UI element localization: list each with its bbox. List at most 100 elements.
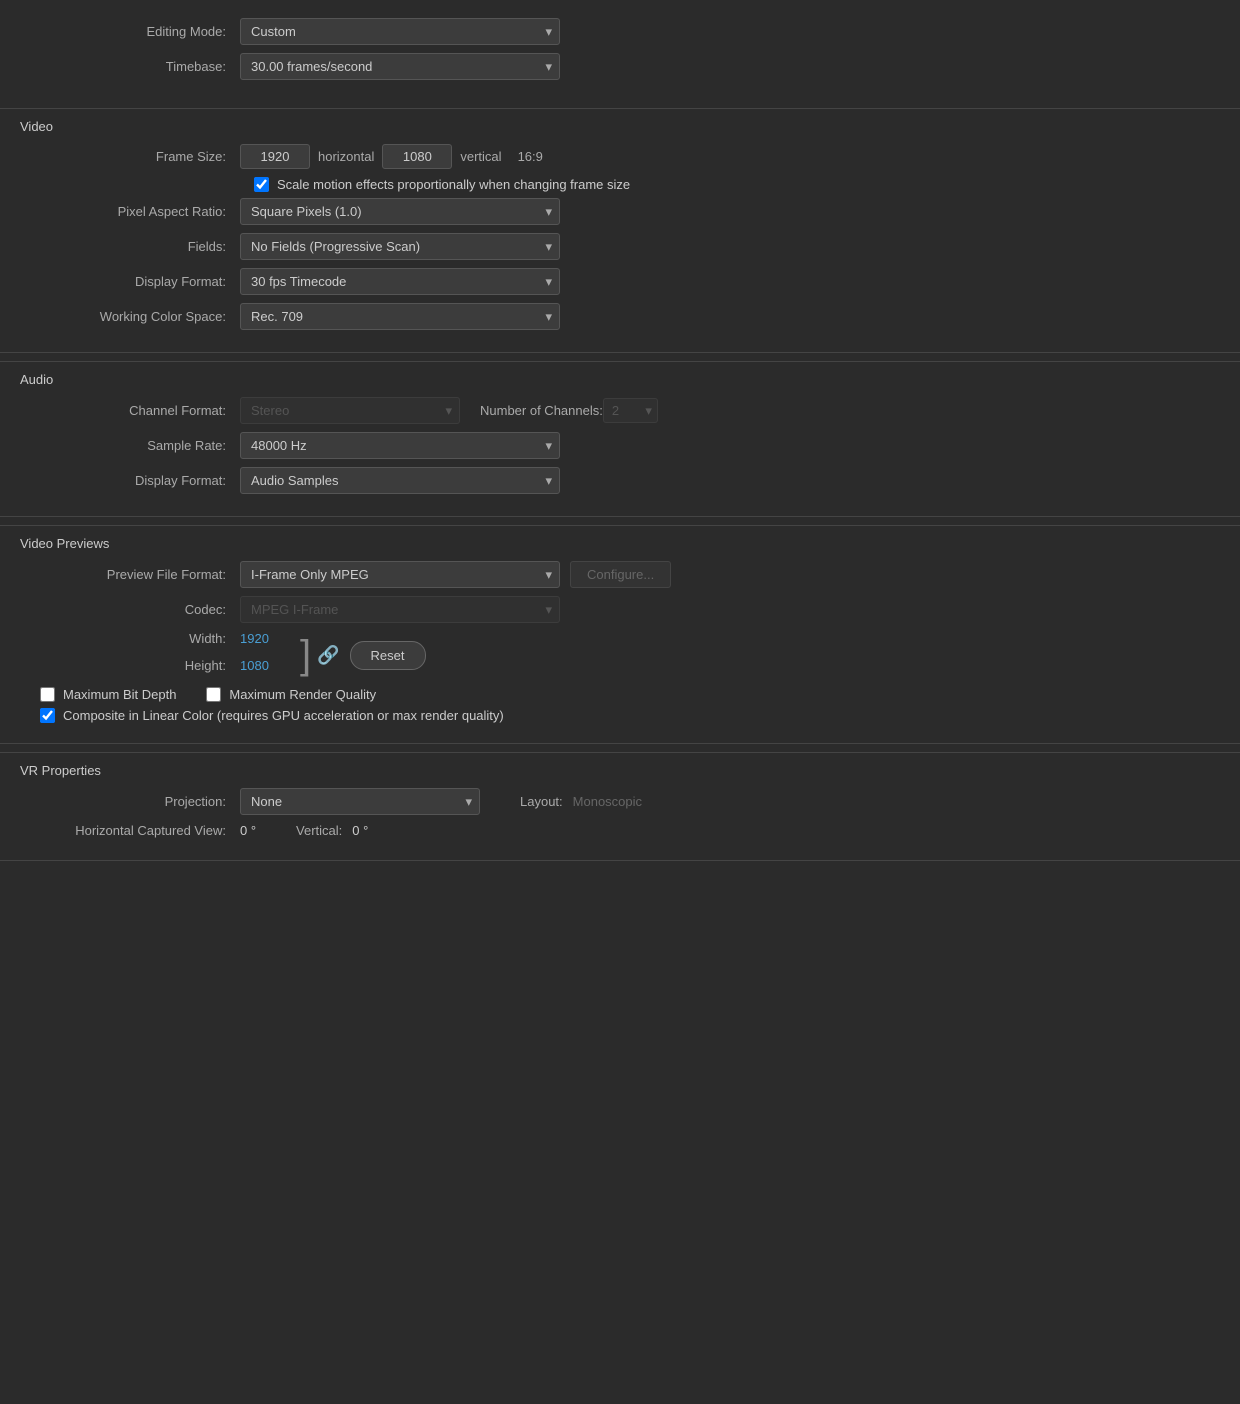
- scale-motion-label: Scale motion effects proportionally when…: [277, 177, 630, 192]
- scale-motion-checkbox[interactable]: [254, 177, 269, 192]
- channel-format-row: Channel Format: Stereo Number of Channel…: [20, 397, 1220, 424]
- layout-value: Monoscopic: [573, 794, 642, 809]
- composite-checkbox[interactable]: [40, 708, 55, 723]
- editing-mode-label: Editing Mode:: [20, 24, 240, 39]
- max-bit-depth-label: Maximum Bit Depth: [63, 687, 176, 702]
- width-height-row: Width: 1920 Height: 1080 ] 🔗 Reset: [20, 631, 1220, 677]
- vertical-text: vertical: [460, 149, 501, 164]
- chain-icon: 🔗: [317, 645, 339, 666]
- audio-section-title: Audio: [20, 372, 1220, 387]
- preview-width-value: 1920: [240, 631, 290, 646]
- timebase-select[interactable]: 30.00 frames/second: [240, 53, 560, 80]
- vertical-group: Vertical: 0 °: [296, 823, 368, 838]
- preview-height-label: Height:: [20, 658, 240, 673]
- preview-width-label: Width:: [20, 631, 240, 646]
- pixel-aspect-ratio-select-wrapper[interactable]: Square Pixels (1.0): [240, 198, 560, 225]
- preview-file-format-row: Preview File Format: I-Frame Only MPEG C…: [20, 561, 1220, 588]
- frame-size-label: Frame Size:: [20, 149, 240, 164]
- channel-format-label: Channel Format:: [20, 403, 240, 418]
- preview-height-value: 1080: [240, 658, 290, 673]
- horizontal-captured-row: Horizontal Captured View: 0 ° Vertical: …: [20, 823, 1220, 838]
- scale-motion-row: Scale motion effects proportionally when…: [254, 177, 1220, 192]
- fields-select[interactable]: No Fields (Progressive Scan): [240, 233, 560, 260]
- aspect-ratio-text: 16:9: [518, 149, 543, 164]
- preview-height-row: Height: 1080: [20, 658, 290, 673]
- projection-label: Projection:: [20, 794, 240, 809]
- bracket-icon: ]: [300, 635, 311, 675]
- preview-file-format-select-wrapper[interactable]: I-Frame Only MPEG: [240, 561, 560, 588]
- video-section-title: Video: [20, 119, 1220, 134]
- codec-select-wrapper: MPEG I-Frame: [240, 596, 560, 623]
- working-color-space-select[interactable]: Rec. 709: [240, 303, 560, 330]
- composite-label: Composite in Linear Color (requires GPU …: [63, 708, 504, 723]
- video-display-format-row: Display Format: 30 fps Timecode: [20, 268, 1220, 295]
- channel-format-select: Stereo: [240, 397, 460, 424]
- reset-button[interactable]: Reset: [350, 641, 426, 670]
- working-color-space-row: Working Color Space: Rec. 709: [20, 303, 1220, 330]
- video-previews-section: Video Previews Preview File Format: I-Fr…: [0, 525, 1240, 744]
- max-render-quality-label: Maximum Render Quality: [229, 687, 376, 702]
- composite-linear-row: Composite in Linear Color (requires GPU …: [40, 708, 1220, 723]
- video-display-format-label: Display Format:: [20, 274, 240, 289]
- audio-display-format-select-wrapper[interactable]: Audio Samples: [240, 467, 560, 494]
- link-group: ] 🔗 Reset: [300, 635, 426, 675]
- preview-width-row: Width: 1920: [20, 631, 290, 646]
- audio-section: Audio Channel Format: Stereo Number of C…: [0, 361, 1240, 517]
- fields-label: Fields:: [20, 239, 240, 254]
- timebase-select-wrapper[interactable]: 30.00 frames/second: [240, 53, 560, 80]
- horizontal-text: horizontal: [318, 149, 374, 164]
- audio-display-format-select[interactable]: Audio Samples: [240, 467, 560, 494]
- sample-rate-label: Sample Rate:: [20, 438, 240, 453]
- configure-button: Configure...: [570, 561, 671, 588]
- num-channels-select-wrapper: 2: [603, 398, 658, 423]
- timebase-label: Timebase:: [20, 59, 240, 74]
- pixel-aspect-ratio-label: Pixel Aspect Ratio:: [20, 204, 240, 219]
- fields-select-wrapper[interactable]: No Fields (Progressive Scan): [240, 233, 560, 260]
- video-section: Video Frame Size: horizontal vertical 16…: [0, 108, 1240, 353]
- frame-width-input[interactable]: [240, 144, 310, 169]
- projection-select[interactable]: None: [240, 788, 480, 815]
- layout-label: Layout:: [520, 794, 563, 809]
- vr-properties-title: VR Properties: [20, 763, 1220, 778]
- num-channels-select: 2: [603, 398, 658, 423]
- horizontal-captured-label: Horizontal Captured View:: [20, 823, 240, 838]
- pixel-aspect-ratio-select[interactable]: Square Pixels (1.0): [240, 198, 560, 225]
- frame-height-input[interactable]: [382, 144, 452, 169]
- frame-size-row: Frame Size: horizontal vertical 16:9: [20, 144, 1220, 169]
- codec-row: Codec: MPEG I-Frame: [20, 596, 1220, 623]
- channel-format-select-wrapper: Stereo: [240, 397, 460, 424]
- projection-row: Projection: None Layout: Monoscopic: [20, 788, 1220, 815]
- vertical-value: 0 °: [352, 823, 368, 838]
- vertical-label: Vertical:: [296, 823, 342, 838]
- projection-select-wrapper[interactable]: None: [240, 788, 480, 815]
- sample-rate-row: Sample Rate: 48000 Hz: [20, 432, 1220, 459]
- pixel-aspect-ratio-row: Pixel Aspect Ratio: Square Pixels (1.0): [20, 198, 1220, 225]
- num-channels-label: Number of Channels:: [480, 403, 603, 418]
- layout-group: Layout: Monoscopic: [520, 794, 642, 809]
- video-display-format-select-wrapper[interactable]: 30 fps Timecode: [240, 268, 560, 295]
- audio-display-format-row: Display Format: Audio Samples: [20, 467, 1220, 494]
- vr-properties-section: VR Properties Projection: None Layout: M…: [0, 752, 1240, 861]
- editing-mode-row: Editing Mode: Custom: [20, 18, 1220, 45]
- timebase-row: Timebase: 30.00 frames/second: [20, 53, 1220, 80]
- max-bit-depth-checkbox[interactable]: [40, 687, 55, 702]
- video-display-format-select[interactable]: 30 fps Timecode: [240, 268, 560, 295]
- editing-mode-select-wrapper[interactable]: Custom: [240, 18, 560, 45]
- fields-row: Fields: No Fields (Progressive Scan): [20, 233, 1220, 260]
- max-render-quality-checkbox[interactable]: [206, 687, 221, 702]
- horizontal-captured-value: 0 °: [240, 823, 256, 838]
- audio-display-format-label: Display Format:: [20, 473, 240, 488]
- codec-select: MPEG I-Frame: [240, 596, 560, 623]
- max-bit-depth-row: Maximum Bit Depth Maximum Render Quality: [40, 687, 1220, 702]
- sample-rate-select-wrapper[interactable]: 48000 Hz: [240, 432, 560, 459]
- video-previews-title: Video Previews: [20, 536, 1220, 551]
- codec-label: Codec:: [20, 602, 240, 617]
- working-color-space-select-wrapper[interactable]: Rec. 709: [240, 303, 560, 330]
- preview-file-format-label: Preview File Format:: [20, 567, 240, 582]
- editing-mode-select[interactable]: Custom: [240, 18, 560, 45]
- preview-file-format-select[interactable]: I-Frame Only MPEG: [240, 561, 560, 588]
- working-color-space-label: Working Color Space:: [20, 309, 240, 324]
- top-section: Editing Mode: Custom Timebase: 30.00 fra…: [0, 10, 1240, 100]
- settings-panel: Editing Mode: Custom Timebase: 30.00 fra…: [0, 0, 1240, 879]
- sample-rate-select[interactable]: 48000 Hz: [240, 432, 560, 459]
